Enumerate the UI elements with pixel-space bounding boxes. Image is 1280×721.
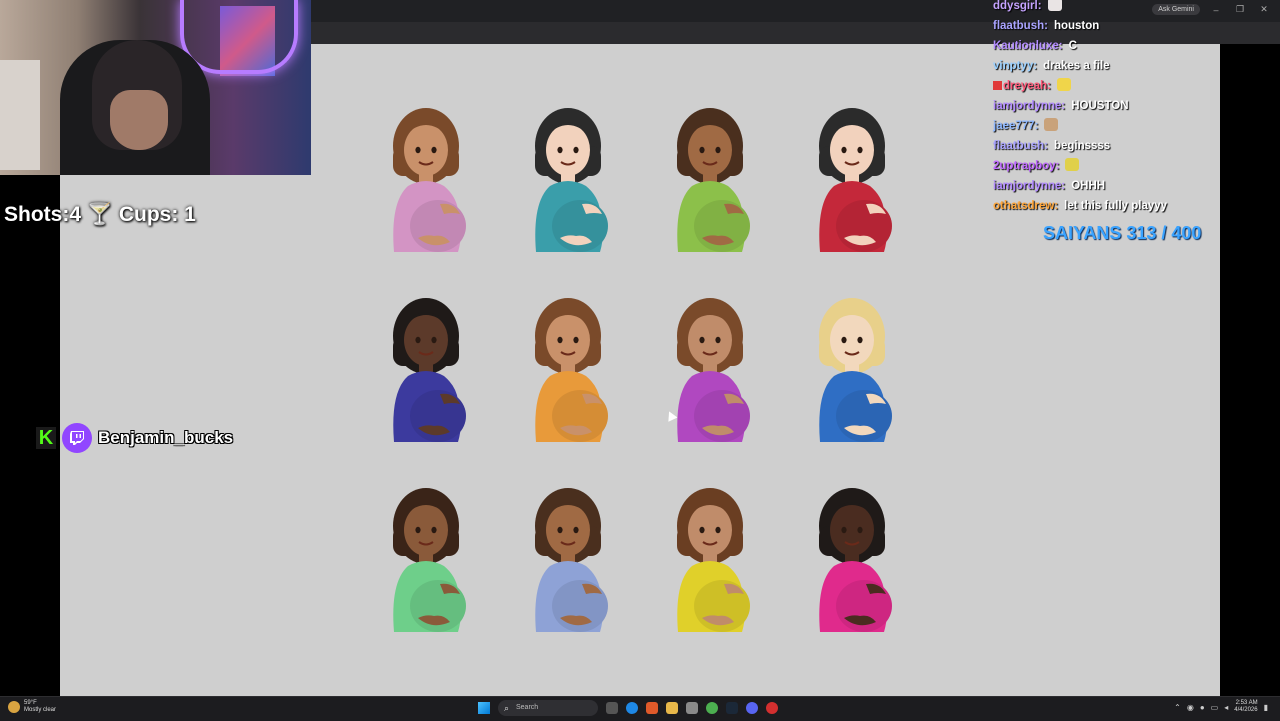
chrome-icon[interactable] — [706, 702, 718, 714]
chat-emote-icon — [1047, 0, 1062, 11]
settings-gear-icon[interactable] — [686, 702, 698, 714]
chat-overlay: ddysgirl: flaatbush: houston Kautionluxe: Cv… — [993, 0, 1233, 216]
edge-icon[interactable] — [626, 702, 638, 714]
chat-username: dreyeah: — [1003, 80, 1051, 92]
clock-date: 4/4/2026 — [1234, 707, 1258, 713]
chat-username: Kautionluxe: — [993, 40, 1063, 52]
chat-message: jaee777: — [993, 116, 1233, 136]
kick-icon: K — [36, 427, 56, 449]
pregnant-woman-magenta-icon — [810, 486, 894, 632]
chat-username: othatsdrew: — [993, 200, 1059, 212]
chat-text: let this fully playyy — [1064, 200, 1168, 212]
pregnant-woman-red-icon — [810, 106, 894, 252]
weather-widget[interactable]: 59°F Mostly clear — [8, 700, 56, 714]
chat-message: 2uptrapboy: — [993, 156, 1233, 176]
file-explorer-icon[interactable] — [666, 702, 678, 714]
chat-message: iamjordynne: OHHH — [993, 176, 1233, 196]
chat-username: 2uptrapboy: — [993, 160, 1060, 172]
windows-taskbar: 59°F Mostly clear Search ⌃ ◉ ● ▭ ◂ 2:53 … — [0, 696, 1280, 721]
network-icon[interactable]: ◉ — [1187, 703, 1194, 712]
pregnant-woman-yellow-icon — [668, 486, 752, 632]
chat-message: iamjordynne: HOUSTON — [993, 96, 1233, 116]
emoji-grid — [320, 60, 892, 632]
social-username: Benjamin_bucks — [98, 428, 234, 447]
clock-time: 2:53 AM — [1235, 700, 1258, 706]
pregnant-woman-lime-icon — [668, 106, 752, 252]
firefox-icon[interactable] — [646, 702, 658, 714]
chat-username: flaatbush: — [993, 140, 1048, 152]
chat-message: flaatbush: beginssss — [993, 136, 1233, 156]
close-icon[interactable]: ✕ — [1256, 4, 1272, 15]
tray-expand-icon[interactable]: ⌃ — [1174, 703, 1181, 712]
pregnant-woman-purple-icon — [668, 296, 752, 442]
weather-moon-icon — [8, 701, 20, 713]
chat-text: C — [1068, 40, 1077, 52]
webcam-feed — [0, 0, 311, 175]
restore-icon[interactable]: ❐ — [1232, 4, 1248, 15]
pregnant-woman-green-icon — [384, 486, 468, 632]
chat-username: iamjordynne: — [993, 180, 1066, 192]
chat-username: jaee777: — [993, 120, 1039, 132]
shots-cups-counter: Shots:4 🍸 Cups: 1 — [4, 203, 196, 226]
chat-message: vinptyy: drakes a file — [993, 56, 1233, 76]
windows-start-icon[interactable] — [478, 702, 490, 714]
chat-text: drakes a file — [1043, 60, 1110, 72]
discord-icon[interactable] — [746, 702, 758, 714]
notification-bell-icon[interactable]: ▮ — [1264, 703, 1268, 712]
weather-temp: 59°F — [24, 700, 37, 706]
pregnant-woman-teal-icon — [526, 106, 610, 252]
volume-icon[interactable]: ◂ — [1224, 703, 1228, 712]
twitch-icon — [62, 423, 92, 453]
chat-message: flaatbush: houston — [993, 16, 1233, 36]
chat-text: houston — [1053, 20, 1100, 32]
chat-emote-icon — [1065, 158, 1080, 171]
pregnant-woman-pink-icon — [384, 106, 468, 252]
steam-icon[interactable] — [726, 702, 738, 714]
mic-icon[interactable]: ● — [1200, 703, 1205, 712]
chat-message: ddysgirl: — [993, 0, 1233, 16]
chat-emote-icon — [1056, 78, 1071, 91]
task-view-icon[interactable] — [606, 702, 618, 714]
taskbar-clock[interactable]: 2:53 AM 4/4/2026 — [1234, 700, 1257, 714]
pregnant-woman-indigo-icon — [384, 296, 468, 442]
obs-icon[interactable] — [766, 702, 778, 714]
chat-text: OHHH — [1071, 180, 1106, 192]
taskbar-search[interactable]: Search — [498, 700, 598, 716]
saiyans-goal-counter: SAIYANS 313 / 400 — [1043, 223, 1202, 243]
chat-text: HOUSTON — [1071, 100, 1129, 112]
chat-message: dreyeah: — [993, 76, 1233, 96]
social-handle: K Benjamin_bucks — [36, 423, 233, 453]
weather-desc: Mostly clear — [24, 707, 57, 713]
streamer-face — [110, 90, 168, 150]
chat-username: ddysgirl: — [993, 0, 1042, 12]
chat-message: othatsdrew: let this fully playyy — [993, 196, 1233, 216]
taskbar-apps: Search — [478, 700, 778, 716]
chat-username: iamjordynne: — [993, 100, 1066, 112]
chat-message: Kautionluxe: C — [993, 36, 1233, 56]
webcam-shelf — [0, 60, 40, 170]
pregnant-woman-periwinkle-icon — [526, 486, 610, 632]
chat-text: beginssss — [1053, 140, 1111, 152]
chat-badge-icon — [993, 81, 1002, 90]
pregnant-woman-orange-icon — [526, 296, 610, 442]
chat-username: vinptyy: — [993, 60, 1038, 72]
chat-username: flaatbush: — [993, 20, 1048, 32]
chat-emote-icon — [1044, 118, 1059, 131]
pregnant-woman-blue-icon — [810, 296, 894, 442]
system-tray: ⌃ ◉ ● ▭ ◂ 2:53 AM 4/4/2026 ▮ — [1174, 700, 1268, 714]
monitor-icon[interactable]: ▭ — [1211, 703, 1219, 712]
